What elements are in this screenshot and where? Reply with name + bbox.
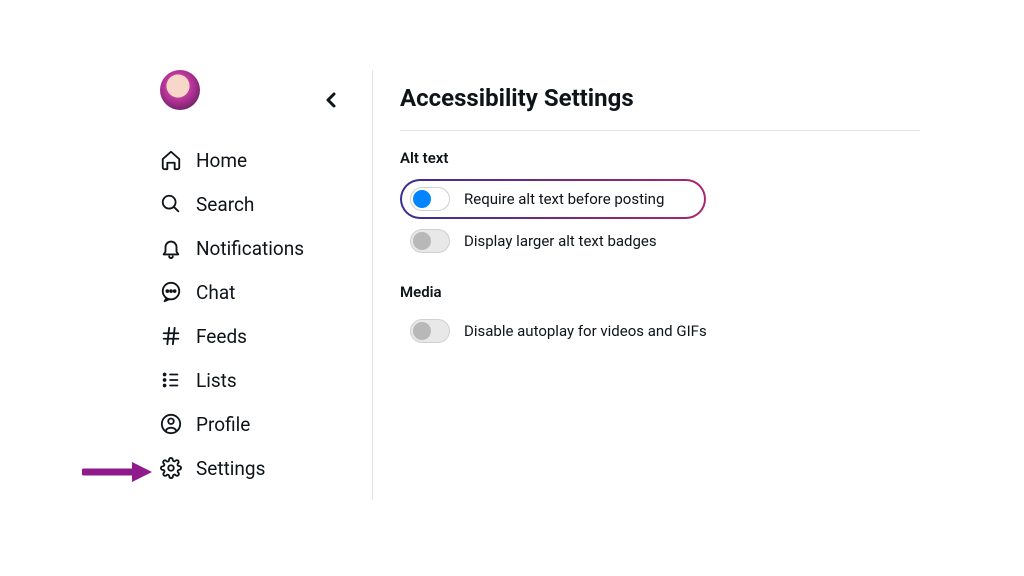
sidebar-item-label: Lists [196, 369, 237, 392]
sidebar-item-settings[interactable]: Settings [160, 446, 220, 490]
setting-larger-badges: Display larger alt text badges [400, 223, 920, 259]
profile-icon [160, 412, 182, 436]
sidebar-item-notifications[interactable]: Notifications [160, 226, 220, 270]
highlighted-setting: Require alt text before posting [400, 179, 706, 219]
sidebar: Home Search Notifications Chat [0, 70, 220, 576]
vertical-divider [372, 70, 373, 500]
avatar[interactable] [160, 70, 200, 110]
sidebar-item-label: Search [196, 193, 254, 216]
home-icon [160, 148, 182, 172]
hash-icon [160, 324, 182, 348]
sidebar-item-label: Home [196, 149, 247, 172]
page-title: Accessibility Settings [400, 84, 920, 131]
back-button[interactable] [315, 84, 347, 116]
chat-icon [160, 280, 182, 304]
sidebar-item-label: Chat [196, 281, 235, 304]
setting-label: Require alt text before posting [464, 190, 664, 208]
sidebar-item-label: Feeds [196, 325, 247, 348]
main-content: Accessibility Settings Alt text Require … [400, 70, 920, 576]
bell-icon [160, 236, 182, 260]
sidebar-item-label: Settings [196, 457, 265, 480]
sidebar-item-search[interactable]: Search [160, 182, 220, 226]
search-icon [160, 192, 182, 216]
toggle-knob [413, 232, 431, 250]
toggle-knob [413, 322, 431, 340]
lists-icon [160, 368, 182, 392]
sidebar-item-lists[interactable]: Lists [160, 358, 220, 402]
sidebar-item-feeds[interactable]: Feeds [160, 314, 220, 358]
annotation-arrow [82, 460, 152, 484]
section-title: Alt text [400, 149, 920, 167]
setting-label: Display larger alt text badges [464, 232, 657, 250]
toggle-larger-badges[interactable] [410, 229, 450, 253]
setting-disable-autoplay: Disable autoplay for videos and GIFs [400, 313, 920, 349]
sidebar-item-label: Notifications [196, 237, 304, 260]
setting-label: Disable autoplay for videos and GIFs [464, 322, 707, 340]
section-alt-text: Alt text Require alt text before posting… [400, 149, 920, 259]
gear-icon [160, 456, 182, 480]
sidebar-item-profile[interactable]: Profile [160, 402, 220, 446]
section-title: Media [400, 283, 920, 301]
arrow-right-icon [82, 460, 152, 484]
toggle-require-alt-text[interactable] [410, 187, 450, 211]
sidebar-item-home[interactable]: Home [160, 138, 220, 182]
toggle-disable-autoplay[interactable] [410, 319, 450, 343]
toggle-knob [413, 190, 431, 208]
sidebar-item-chat[interactable]: Chat [160, 270, 220, 314]
chevron-left-icon [319, 88, 343, 112]
sidebar-item-label: Profile [196, 413, 250, 436]
section-media: Media Disable autoplay for videos and GI… [400, 283, 920, 349]
